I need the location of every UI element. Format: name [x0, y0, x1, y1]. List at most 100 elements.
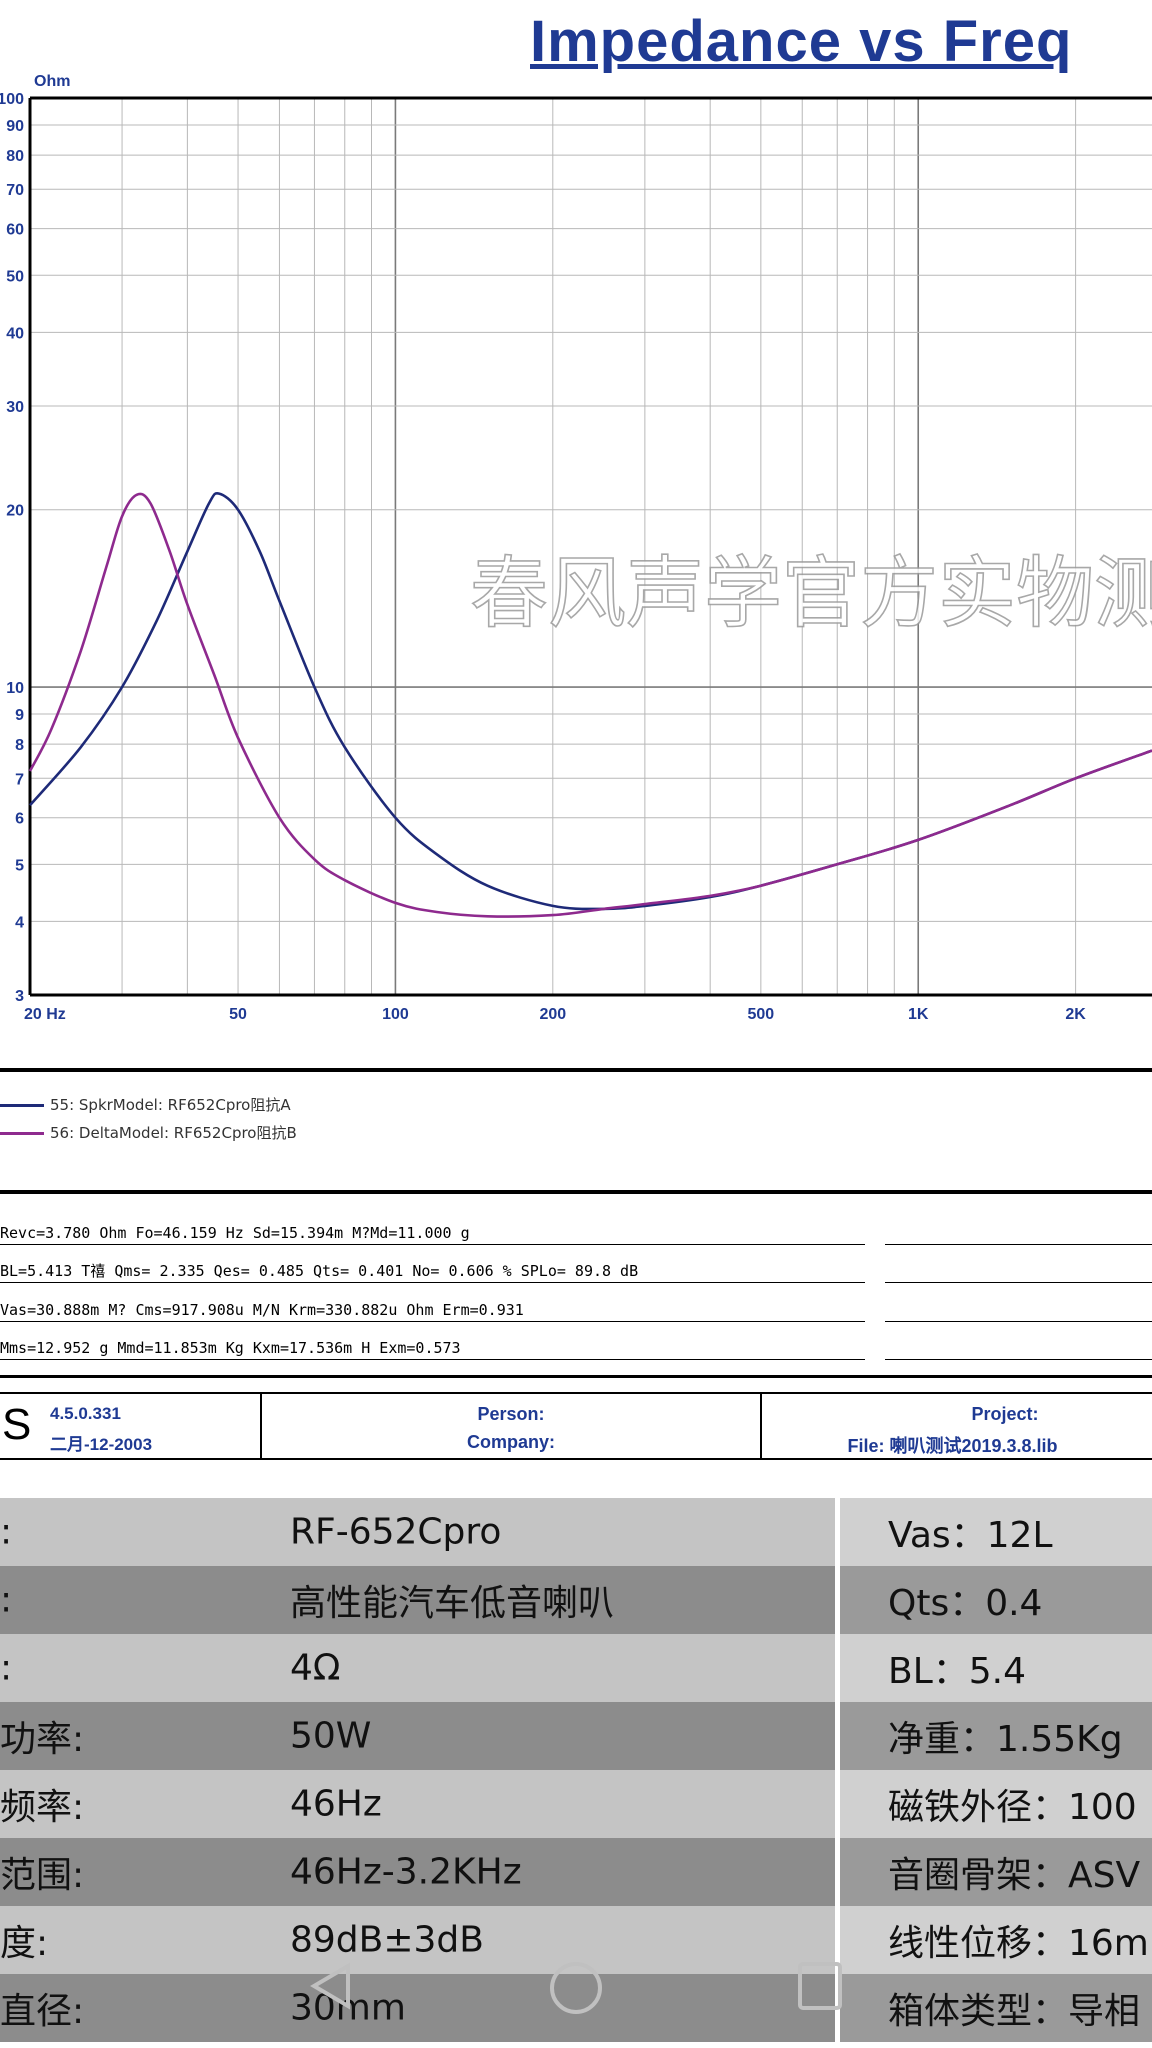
nav-back-icon[interactable]	[308, 1960, 354, 2012]
y-tick-labels: 100 90 80 70 60 50 40 30 20 10 9 8 7 6 5 4 3	[0, 91, 24, 1005]
chart-grid	[28, 96, 1152, 997]
y-tick-label: 50	[6, 268, 24, 285]
legend-swatch-b	[0, 1132, 44, 1135]
chart-title: Impedance vs Freq	[530, 9, 1073, 74]
spec-label: 直径:	[0, 1991, 85, 2032]
legend-top-rule	[0, 1068, 1152, 1072]
spec-row: 功率: 50W 净重：1.55Kg	[0, 1702, 1152, 1770]
spec-extra-cell: Vas：12L	[840, 1498, 1152, 1566]
spec-extra: 音圈骨架：ASV	[888, 1855, 1141, 1896]
x-tick-label: 20 Hz	[24, 1006, 66, 1023]
spec-value-cell: 4Ω	[290, 1634, 835, 1702]
y-tick-label: 80	[6, 148, 24, 165]
param-blank-2	[885, 1260, 1152, 1283]
legend-label-a: 55: SpkrModel: RF652Cpro阻抗A	[50, 1096, 291, 1114]
spec-row: : 高性能汽车低音喇叭 Qts：0.4	[0, 1566, 1152, 1634]
param-line-1: Revc=3.780 Ohm Fo=46.159 Hz Sd=15.394m M…	[0, 1222, 865, 1245]
y-tick-label: 5	[15, 857, 24, 874]
spec-extra-cell: Qts：0.4	[840, 1566, 1152, 1634]
params-bottom-rule	[0, 1375, 1152, 1378]
x-tick-labels: 20 Hz 50 100 200 500 1K 2K	[24, 1006, 1086, 1023]
spec-value-cell: 50W	[290, 1702, 835, 1770]
spec-label-cell: 功率:	[0, 1702, 290, 1770]
legend-bottom-rule	[0, 1190, 1152, 1194]
spec-extra-cell: 磁铁外径：100	[840, 1770, 1152, 1838]
spec-value: 50W	[290, 1715, 372, 1757]
spec-label: 范围:	[0, 1855, 85, 1896]
spec-extra: 磁铁外径：100	[888, 1787, 1137, 1828]
software-date: 二月-12-2003	[50, 1435, 153, 1454]
y-tick-label: 30	[6, 399, 24, 416]
company-label: Company:	[466, 1432, 555, 1452]
spec-extra-cell: 箱体类型：导相	[840, 1974, 1152, 2042]
spec-value-cell: 高性能汽车低音喇叭	[290, 1566, 835, 1634]
y-tick-label: 3	[15, 988, 24, 1005]
param-line-3: Vas=30.888m M? Cms=917.908u M/N Krm=330.…	[0, 1299, 865, 1322]
spec-label: 度:	[0, 1923, 49, 1964]
project-label: Project:	[971, 1404, 1039, 1424]
plot-area	[30, 98, 1152, 995]
spec-extra: Vas：12L	[888, 1515, 1053, 1556]
y-tick-label: 100	[0, 91, 24, 108]
software-version: 4.5.0.331	[50, 1404, 121, 1423]
y-tick-label: 20	[6, 503, 24, 520]
param-line-2: BL=5.413 T禧 Qms= 2.335 Qes= 0.485 Qts= 0…	[0, 1260, 865, 1283]
spec-extra: Qts：0.4	[888, 1583, 1043, 1624]
spec-value-cell: 46Hz	[290, 1770, 835, 1838]
spec-extra-cell: 净重：1.55Kg	[840, 1702, 1152, 1770]
spec-row: : 4Ω BL：5.4	[0, 1634, 1152, 1702]
y-tick-label: 70	[6, 182, 24, 199]
spec-value: 高性能汽车低音喇叭	[290, 1583, 615, 1624]
y-tick-label: 60	[6, 222, 24, 239]
spec-label-cell: 范围:	[0, 1838, 290, 1906]
spec-label: :	[0, 1647, 13, 1689]
legend-item-b: 56: DeltaModel: RF652Cpro阻抗B	[0, 1122, 297, 1143]
spec-extra: 箱体类型：导相	[888, 1991, 1141, 2032]
x-tick-label: 100	[382, 1006, 409, 1023]
spec-value: 46Hz-3.2KHz	[290, 1851, 522, 1893]
spec-label: 功率:	[0, 1719, 85, 1760]
x-tick-label: 200	[539, 1006, 566, 1023]
watermark: 春风声学官方实物测试	[470, 549, 1152, 639]
impedance-chart: 1009080706050403020109876543 20 Hz 50 100 2…	[0, 73, 1152, 1023]
spec-value: 89dB±3dB	[290, 1919, 484, 1961]
person-label: Person:	[477, 1404, 545, 1424]
spec-extra: 线性位移：16m	[888, 1923, 1149, 1964]
spec-label: 频率:	[0, 1787, 85, 1828]
param-blank-3	[885, 1299, 1152, 1322]
param-blank-4	[885, 1337, 1152, 1360]
y-tick-label: 8	[15, 737, 24, 754]
y-axis-unit: Ohm	[34, 73, 70, 90]
nav-home-icon[interactable]	[548, 1960, 604, 2016]
spec-value: 46Hz	[290, 1783, 382, 1825]
spec-value-cell: 46Hz-3.2KHz	[290, 1838, 835, 1906]
spec-row: 频率: 46Hz 磁铁外径：100	[0, 1770, 1152, 1838]
y-tick-label: 40	[6, 325, 24, 342]
x-tick-label: 50	[229, 1006, 247, 1023]
spec-label-cell: :	[0, 1566, 290, 1634]
x-tick-label: 2K	[1065, 1006, 1086, 1023]
legend-item-a: 55: SpkrModel: RF652Cpro阻抗A	[0, 1094, 291, 1115]
spec-label-cell: 度:	[0, 1906, 290, 1974]
spec-extra-cell: 音圈骨架：ASV	[840, 1838, 1152, 1906]
param-blank-1	[885, 1222, 1152, 1245]
software-logo: S	[2, 1400, 32, 1449]
param-line-4: Mms=12.952 g Mmd=11.853m Kg Kxm=17.536m …	[0, 1337, 865, 1360]
spec-value: RF-652Cpro	[290, 1511, 502, 1553]
spec-label-cell: 频率:	[0, 1770, 290, 1838]
spec-label: :	[0, 1579, 13, 1621]
legend-label-b: 56: DeltaModel: RF652Cpro阻抗B	[50, 1124, 297, 1142]
spec-extra: BL：5.4	[888, 1651, 1027, 1692]
spec-value: 4Ω	[290, 1647, 341, 1689]
y-tick-label: 7	[15, 771, 24, 788]
y-tick-label: 90	[6, 118, 24, 135]
x-tick-label: 500	[747, 1006, 774, 1023]
nav-recent-icon[interactable]	[796, 1960, 844, 2012]
spec-row: 范围: 46Hz-3.2KHz 音圈骨架：ASV	[0, 1838, 1152, 1906]
spec-label-cell: :	[0, 1634, 290, 1702]
spec-label-cell: :	[0, 1498, 290, 1566]
y-tick-label: 10	[6, 680, 24, 697]
spec-value-cell: RF-652Cpro	[290, 1498, 835, 1566]
spec-extra-cell: 线性位移：16m	[840, 1906, 1152, 1974]
spec-extra: 净重：1.55Kg	[888, 1719, 1123, 1760]
